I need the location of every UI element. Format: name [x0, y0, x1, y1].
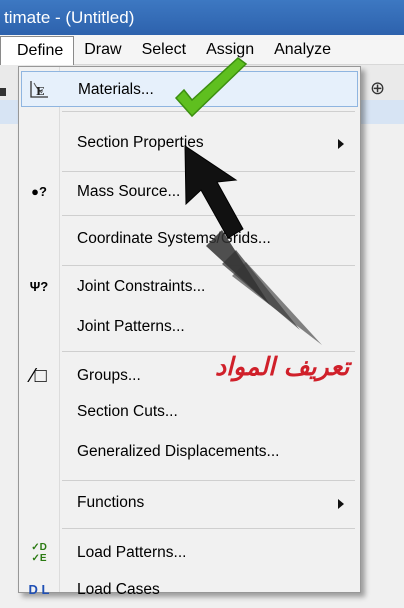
menu-separator	[62, 171, 355, 172]
svg-text:E: E	[36, 85, 44, 98]
menu-item-section-cuts[interactable]: Section Cuts...	[21, 394, 358, 430]
materials-icon: E	[28, 79, 52, 101]
menu-define[interactable]: Define	[0, 35, 75, 65]
menu-item-load-patterns[interactable]: ✓D ✓E Load Patterns...	[21, 535, 358, 571]
menu-item-functions[interactable]: Functions	[21, 485, 358, 521]
menu-item-label: Generalized Displacements...	[77, 443, 280, 460]
menu-item-label: Joint Constraints...	[77, 278, 206, 295]
menu-item-generalized-displacements[interactable]: Generalized Displacements...	[21, 434, 358, 470]
mass-source-icon: ●?	[31, 184, 47, 199]
menu-item-label: Materials...	[78, 81, 154, 98]
menu-item-coordinate-systems[interactable]: Coordinate Systems/Grids...	[21, 221, 358, 257]
menu-item-joint-patterns[interactable]: Joint Patterns...	[21, 309, 358, 345]
menu-item-label: Section Cuts...	[77, 403, 178, 420]
menu-item-section-properties[interactable]: Section Properties	[21, 125, 358, 161]
menu-item-mass-source[interactable]: ●? Mass Source...	[21, 174, 358, 210]
menu-bar: Define Draw Select Assign Analyze	[0, 35, 404, 65]
load-cases-icon: D L	[28, 582, 50, 597]
menu-item-label: Groups...	[77, 367, 141, 384]
menu-separator	[62, 215, 355, 216]
submenu-arrow-icon	[338, 139, 344, 149]
menu-separator	[62, 528, 355, 529]
menu-item-label: Section Properties	[77, 134, 204, 151]
menu-item-joint-constraints[interactable]: Ψ? Joint Constraints...	[21, 269, 358, 305]
load-patterns-icon: ✓D ✓E	[31, 542, 47, 564]
joint-constraints-icon: Ψ?	[29, 279, 49, 294]
define-dropdown-menu: E Materials... Section Properties ●? Mas…	[18, 66, 361, 598]
zoom-icon[interactable]: ⊕	[370, 78, 385, 99]
menu-item-load-cases[interactable]: D L Load Cases	[21, 572, 358, 608]
menu-item-label: Load Patterns...	[77, 544, 187, 561]
menu-assign[interactable]: Assign	[196, 36, 264, 64]
menu-item-label: Functions	[77, 494, 145, 511]
menu-item-label: Joint Patterns...	[77, 318, 185, 335]
menu-analyze[interactable]: Analyze	[264, 36, 341, 64]
toolbar-handle	[0, 88, 6, 96]
menu-item-materials[interactable]: E Materials...	[21, 71, 358, 107]
menu-separator	[62, 265, 355, 266]
menu-item-label: Coordinate Systems/Grids...	[77, 230, 271, 247]
menu-item-label: Load Cases	[77, 581, 160, 598]
submenu-arrow-icon	[338, 499, 344, 509]
groups-icon: ⁄□	[31, 365, 47, 387]
window-title: timate - (Untitled)	[0, 0, 404, 35]
menu-select[interactable]: Select	[132, 36, 196, 64]
menu-separator	[62, 480, 355, 481]
menu-item-label: Mass Source...	[77, 183, 181, 200]
arabic-annotation: تعريف المواد	[215, 352, 350, 381]
menu-separator	[62, 111, 355, 112]
menu-draw[interactable]: Draw	[74, 36, 131, 64]
